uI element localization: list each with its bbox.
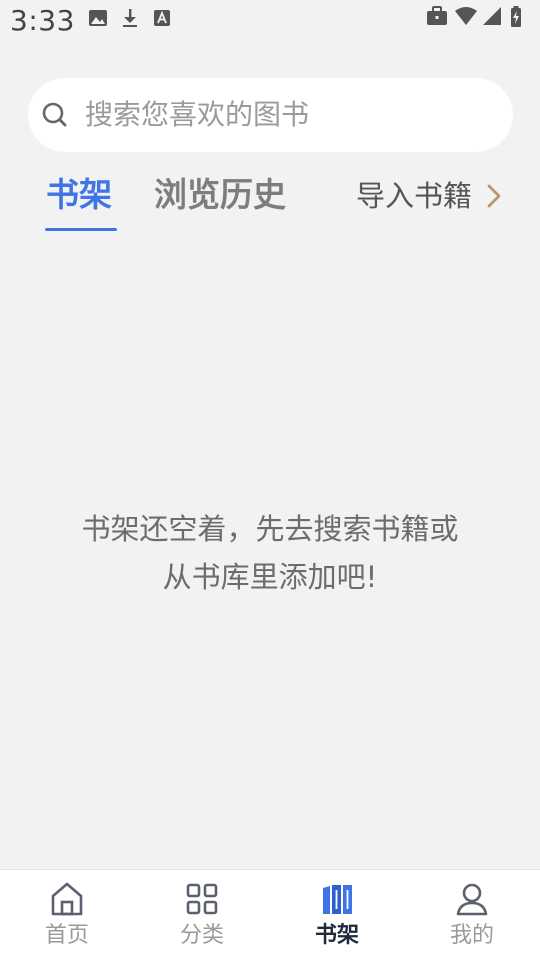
tab-browse-history[interactable]: 浏览历史 [154, 170, 286, 220]
keyboard-a-icon [152, 8, 172, 28]
nav-label-category: 分类 [179, 923, 224, 948]
bottom-nav: 首页 分类 书架 我的 [0, 869, 540, 960]
nav-label-bookshelf: 书架 [314, 923, 359, 948]
grid-icon [185, 881, 219, 917]
nav-item-home[interactable]: 首页 [17, 870, 117, 960]
status-bar: 3:33 [0, 0, 540, 44]
import-books-label: 导入书籍 [356, 179, 473, 213]
nav-item-category[interactable]: 分类 [152, 870, 252, 960]
bookshelf-icon [320, 881, 354, 917]
status-left-icons [88, 8, 172, 28]
search-icon [40, 100, 70, 130]
work-bag-icon [426, 6, 447, 26]
status-right-icons [426, 6, 530, 27]
nav-item-mine[interactable]: 我的 [422, 870, 522, 960]
active-tab-indicator [45, 228, 117, 231]
wifi-icon [454, 6, 477, 26]
person-icon [455, 881, 489, 917]
nav-label-home: 首页 [44, 923, 89, 948]
empty-message-line-2: 从书库里添加吧! [162, 560, 378, 594]
battery-charging-icon [510, 6, 530, 27]
search-bar[interactable]: 搜索您喜欢的图书 [28, 78, 513, 152]
cell-signal-icon [482, 6, 502, 26]
import-books-button[interactable]: 导入书籍 [356, 176, 502, 216]
tab-bookshelf[interactable]: 书架 [46, 170, 112, 220]
shelf-tabs: 书架 浏览历史 导入书籍 [0, 160, 540, 240]
chevron-right-icon [486, 182, 502, 210]
nav-item-bookshelf[interactable]: 书架 [287, 870, 387, 960]
nav-label-mine: 我的 [449, 923, 494, 948]
empty-message-line-1: 书架还空着，先去搜索书籍或 [81, 512, 459, 546]
home-icon [50, 881, 84, 917]
image-icon [88, 8, 108, 28]
status-time: 3:33 [10, 4, 75, 37]
search-input[interactable]: 搜索您喜欢的图书 [85, 96, 309, 134]
empty-shelf-message: 书架还空着，先去搜索书籍或 从书库里添加吧! [0, 505, 540, 601]
download-icon [120, 8, 140, 28]
